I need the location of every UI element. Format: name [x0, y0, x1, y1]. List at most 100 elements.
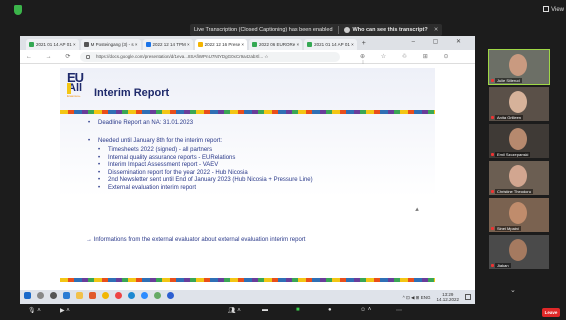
share-screen-icon[interactable]: ■ [296, 307, 300, 313]
shield-icon[interactable] [14, 5, 22, 15]
sub-bullet-item: • External evaluation interim report [98, 184, 197, 191]
window-controls[interactable]: – ▢ ✕ [412, 38, 469, 45]
participant-name: Julie Sillerud [495, 78, 522, 83]
favicon-icon [83, 42, 89, 47]
slide: EU All Erasmus+ Interim Report • Deadline… [60, 68, 435, 282]
zoom-window: View Live Transcription (Closed Captioni… [0, 0, 566, 320]
chevron-down-icon[interactable]: ⌄ [510, 286, 516, 294]
sub-bullet-item: • Timesheets 2022 (signed) - all partners [98, 147, 213, 153]
clock[interactable]: 13:29 14.12.2022 [436, 292, 459, 302]
browser-tab[interactable]: 2022 12 16 Prese × [194, 39, 247, 50]
favicon-icon [197, 42, 203, 47]
participant-tile[interactable]: Sinei Mpaini [489, 198, 549, 232]
participant-video [509, 165, 527, 187]
windows-start-icon[interactable] [24, 292, 31, 299]
participant-name: Sinei Mpaini [495, 226, 521, 231]
sub-bullet-item: • Internal quality assurance reports - EU… [98, 154, 236, 161]
teams-icon[interactable] [167, 292, 174, 299]
participant-tile[interactable]: Julie Sillerud [488, 49, 550, 85]
browser-tab-strip: 2021 01 14 AP 01 × M Posteingang (3) - s … [20, 36, 475, 50]
favicon-icon [145, 42, 151, 47]
zoom-app-icon[interactable] [141, 292, 148, 299]
colored-stripe-bottom [60, 278, 435, 282]
participant-name: Christine Theodoru [495, 189, 533, 194]
divider [337, 26, 339, 34]
bullet-needed: • Needed until January 8th for the interi… [88, 137, 223, 144]
browser-tab[interactable]: 2022 06 EURORe × [248, 39, 303, 50]
participant-gallery: Julie Sillerud Anita Grilleen Emil Szczepa… [480, 49, 558, 272]
bullet-deadline: • Deadline Report an NA: 31.01.2023 [88, 120, 194, 126]
zoom-toolbar: 🎙︎ ˄ ▶ ˄ 👥︎ ˄ ▬ ■ ● ☺ ˄ ⋯ Leave [0, 304, 566, 320]
muted-mic-icon [491, 116, 494, 119]
muted-mic-icon [491, 79, 494, 82]
app-icon[interactable] [154, 292, 161, 299]
muted-mic-icon [491, 227, 494, 230]
system-tray[interactable]: ^ ⊡ ◀ ⊞ ENG 13:29 14.12.2022 [403, 292, 459, 302]
participant-name: Anita Grilleen [495, 115, 524, 120]
more-icon[interactable]: ⋯ [396, 307, 402, 314]
muted-mic-icon [491, 190, 494, 193]
participant-video [509, 128, 527, 150]
participant-tile[interactable]: Emil Szczepanski [489, 124, 549, 158]
sub-bullet-list: • Timesheets 2022 (signed) - all partners… [88, 147, 428, 192]
zoom-top-bar: View [0, 0, 566, 22]
video-icon[interactable]: ▶ ˄ [60, 307, 70, 314]
people-icon [343, 27, 350, 33]
address-bar-row: ← → ⟳ ⌂ https://docs.google.com/presenta… [20, 50, 475, 67]
grid-icon [543, 6, 550, 12]
participant-tile[interactable]: Anita Grilleen [489, 87, 549, 121]
url-field[interactable]: https://docs.google.com/presentation/d/1… [80, 52, 340, 62]
participant-name: Jiakan [495, 263, 511, 268]
presentation-view: EU All Erasmus+ Interim Report • Deadline… [20, 64, 475, 290]
chat-icon[interactable]: ▬ [262, 307, 268, 313]
record-icon[interactable]: ● [328, 307, 332, 313]
transcription-notice: Live Transcription (Closed Captioning) h… [190, 24, 443, 36]
sub-bullet-item: • Interim Impact Assessment report - VAEV [98, 162, 219, 168]
task-view-icon[interactable] [50, 292, 57, 299]
slide-title: Interim Report [94, 87, 170, 99]
close-icon[interactable]: ✕ [434, 27, 439, 33]
participant-video [509, 202, 527, 224]
euall-logo: EU All Erasmus+ [67, 70, 84, 98]
browser-tab[interactable]: 2021 01 14 AP 01 × [26, 39, 79, 50]
participant-tile[interactable]: Jiakan [489, 235, 549, 269]
mouse-cursor [415, 207, 420, 213]
new-tab-button[interactable]: + [362, 40, 366, 47]
notice-question-link[interactable]: Who can see this transcript? [353, 27, 428, 33]
participants-icon[interactable]: 👥︎ ˄ [228, 307, 241, 314]
reactions-icon[interactable]: ☺ ˄ [360, 307, 371, 313]
muted-mic-icon [491, 264, 494, 267]
taskbar-apps [24, 292, 180, 299]
chrome-icon[interactable] [102, 292, 109, 299]
participant-name: Emil Szczepanski [495, 152, 531, 157]
participant-tile[interactable]: Christine Theodoru [489, 161, 549, 195]
firefox-icon[interactable] [128, 292, 135, 299]
store-icon[interactable] [89, 292, 96, 299]
view-button[interactable]: View [543, 6, 564, 13]
lock-icon [86, 55, 90, 59]
favicon-icon [251, 42, 257, 47]
opera-icon[interactable] [115, 292, 122, 299]
browser-tab[interactable]: M Posteingang (3) - s × [80, 39, 141, 50]
mic-icon[interactable]: 🎙︎ ˄ [28, 307, 41, 314]
shared-screen: 2021 01 14 AP 01 × M Posteingang (3) - s … [20, 36, 475, 304]
leave-button[interactable]: Leave [542, 308, 560, 317]
search-icon[interactable] [37, 292, 44, 299]
participant-video [509, 239, 527, 261]
muted-mic-icon [491, 153, 494, 156]
windows-taskbar: ^ ⊡ ◀ ⊞ ENG 13:29 14.12.2022 [20, 290, 475, 304]
participant-video [509, 91, 527, 113]
sub-bullet-item: • 2nd Newsletter sent until End of Januar… [98, 177, 313, 183]
participant-video [509, 54, 527, 76]
notification-icon[interactable] [465, 294, 471, 300]
browser-tab[interactable]: 2021 01 14 AP 01 × [304, 39, 357, 50]
favicon-icon [29, 42, 34, 47]
browser-tab[interactable]: 2022 12 14 TPM × [142, 39, 193, 50]
edge-icon[interactable] [63, 292, 70, 299]
arrow-note: → Informations from the external evaluat… [86, 237, 306, 243]
file-explorer-icon[interactable] [76, 292, 83, 299]
colored-stripe [60, 110, 435, 114]
sub-bullet-item: • Dissemination report for the year 2022 … [98, 169, 248, 176]
notice-text: Live Transcription (Closed Captioning) h… [194, 27, 333, 33]
slide-content: • Deadline Report an NA: 31.01.2023 • Need… [88, 120, 428, 192]
